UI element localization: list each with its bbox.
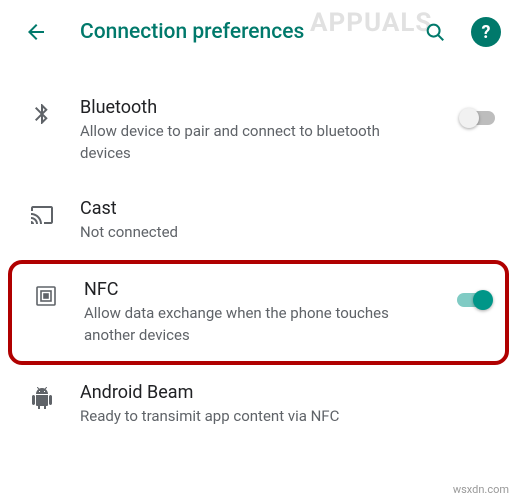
search-icon [424,21,446,43]
setting-subtitle: Allow device to pair and connect to blue… [80,121,390,165]
page-title: Connection preferences [80,20,415,44]
nfc-toggle[interactable] [455,290,493,310]
back-arrow-icon [24,20,48,44]
setting-item-cast[interactable]: Cast Not connected [0,181,517,260]
nfc-icon [20,278,72,308]
setting-title: Android Beam [80,381,497,404]
setting-title: Bluetooth [80,96,441,119]
setting-body: Cast Not connected [68,197,497,244]
setting-item-nfc[interactable]: NFC Allow data exchange when the phone t… [8,260,509,365]
setting-item-android-beam[interactable]: Android Beam Ready to transimit app cont… [0,365,517,444]
app-header: Connection preferences ? [0,0,517,64]
settings-list: Bluetooth Allow device to pair and conne… [0,64,517,444]
search-button[interactable] [415,12,455,52]
back-button[interactable] [16,12,56,52]
bluetooth-toggle[interactable] [459,108,497,128]
setting-action [441,96,497,128]
android-icon [16,381,68,411]
setting-body: Bluetooth Allow device to pair and conne… [68,96,441,165]
setting-title: Cast [80,197,497,220]
setting-subtitle: Allow data exchange when the phone touch… [84,303,394,347]
help-icon: ? [482,22,491,43]
setting-title: NFC [84,278,437,301]
cast-icon [16,197,68,227]
setting-subtitle: Not connected [80,222,390,244]
setting-body: NFC Allow data exchange when the phone t… [72,278,437,347]
header-actions: ? [415,12,501,52]
setting-subtitle: Ready to transimit app content via NFC [80,406,390,428]
help-button[interactable]: ? [471,17,501,47]
bluetooth-icon [16,96,68,126]
setting-item-bluetooth[interactable]: Bluetooth Allow device to pair and conne… [0,80,517,181]
setting-body: Android Beam Ready to transimit app cont… [68,381,497,428]
footer-watermark: wsxdn.com [453,483,509,496]
setting-action [437,278,493,310]
